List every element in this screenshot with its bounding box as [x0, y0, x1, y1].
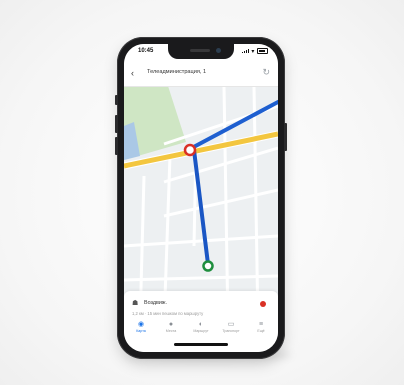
destination-row[interactable]: ☗ Воздвиж.	[132, 299, 270, 309]
tab-label: Ещё	[257, 329, 265, 333]
waypoint-end	[202, 260, 214, 272]
route-summary: 1,2 км · 15 мин пешком по маршруту	[132, 311, 204, 316]
power-button	[284, 123, 287, 151]
status-dot	[260, 300, 266, 307]
tab-places[interactable]: ● Места	[160, 321, 182, 335]
tab-route[interactable]: ◐ Маршрут	[190, 321, 212, 335]
volume-up-button	[115, 115, 118, 133]
app-header: ‹ Телеадминистрация, 1 ↻	[124, 62, 278, 87]
bottom-tab-bar: ◉ Карта ● Места ◐ Маршрут ▭ Транспорт ≡ …	[130, 321, 272, 335]
tab-more[interactable]: ≡ Ещё	[250, 321, 272, 335]
phone-screen: 10:45 ▾ ‹ Телеадминистрация, 1 ↻ ☗ Воздв…	[124, 44, 278, 352]
tab-label: Маршрут	[193, 329, 209, 333]
map-pin-icon: ◉	[137, 321, 145, 328]
route-icon: ◐	[198, 321, 204, 328]
back-arrow-icon[interactable]: ‹	[131, 68, 134, 78]
notch	[168, 44, 234, 59]
tab-label: Транспорт	[222, 329, 240, 333]
wifi-icon: ▾	[251, 49, 255, 55]
volume-down-button	[115, 137, 118, 155]
menu-icon: ≡	[258, 321, 264, 328]
speaker-grille	[190, 49, 210, 52]
silent-switch	[115, 95, 118, 105]
header-title: Телеадминистрация, 1	[147, 69, 207, 75]
phone-frame: 10:45 ▾ ‹ Телеадминистрация, 1 ↻ ☗ Воздв…	[115, 37, 287, 359]
tab-label: Карта	[136, 329, 146, 333]
stage: 10:45 ▾ ‹ Телеадминистрация, 1 ↻ ☗ Воздв…	[0, 0, 404, 385]
tab-map[interactable]: ◉ Карта	[130, 321, 152, 335]
signal-icon	[242, 48, 250, 53]
status-icons: ▾	[242, 48, 268, 55]
home-indicator[interactable]	[174, 343, 228, 346]
tab-transport[interactable]: ▭ Транспорт	[220, 321, 242, 335]
status-time: 10:45	[138, 48, 154, 54]
refresh-icon[interactable]: ↻	[262, 67, 270, 78]
places-icon: ●	[168, 321, 174, 328]
bus-icon: ▭	[227, 321, 235, 328]
battery-icon	[257, 48, 268, 55]
map-view[interactable]	[124, 85, 278, 327]
walk-icon: ☗	[132, 300, 139, 307]
destination-name: Воздвиж.	[144, 300, 168, 306]
tab-label: Места	[165, 329, 177, 333]
waypoint-start	[183, 143, 197, 157]
front-camera	[216, 48, 221, 53]
map-canvas[interactable]	[124, 85, 278, 327]
